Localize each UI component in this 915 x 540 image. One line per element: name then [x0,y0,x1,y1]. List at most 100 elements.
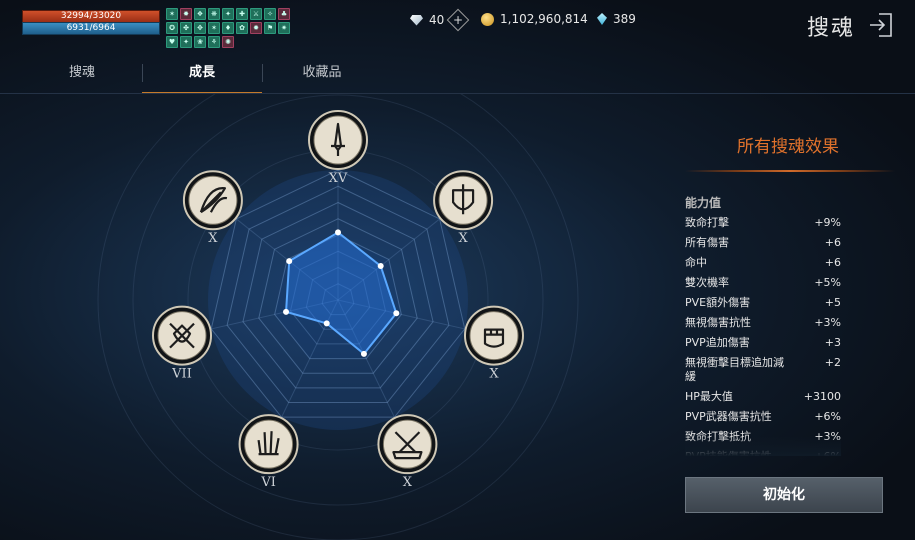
tab-bar: 搜魂 成長 收藏品 [22,60,382,94]
stat-label: 致命打擊 [685,216,729,229]
crystal-icon [597,13,607,25]
buff-icon: ✺ [222,36,234,48]
reset-button[interactable]: 初始化 [685,477,883,513]
stat-label: 致命打擊抵抗 [685,430,751,443]
buff-icon: ✶ [166,8,178,20]
tab-divider [142,64,143,82]
soul-node[interactable]: X [463,305,524,382]
soul-node[interactable]: X [377,414,438,490]
tab-search-soul[interactable]: 搜魂 [22,60,142,94]
stat-list[interactable]: 能力值 致命打擊 +9% 所有傷害 +6 命中 +6 雙次機率 +5% PVE額外傷害 +5 無視傷… [685,194,841,456]
radar-point [283,308,290,315]
diamond-amount: 40 [429,13,445,27]
stat-value: +3% [814,430,841,443]
stat-row: PVP武器傷害抗性 +6% [685,410,841,424]
buff-icon: ⚔ [250,8,262,20]
radar-point [335,229,341,236]
stat-row: 致命打擊 +9% [685,216,841,230]
gold-coin-icon [481,12,494,26]
stat-label: PVE額外傷害 [685,296,751,309]
stat-row: 雙次機率 +5% [685,276,841,290]
stat-value: +6% [814,410,841,423]
stat-value: +5 [824,296,841,309]
tab-collection[interactable]: 收藏品 [262,60,382,94]
stat-row: 無視衝擊目標追加減緩 +2 [685,356,841,384]
diamond-icon [410,14,423,26]
node-level: VI [260,475,276,490]
stat-value: +6% [814,450,841,456]
soul-node[interactable]: VI [238,414,299,490]
buff-icon: ❀ [194,36,206,48]
buff-icon: ♣ [278,8,290,20]
crystal-currency: 389 [597,12,636,26]
buff-list: ✶ ✸ ❖ ❋ ✦ ✚ ⚔ ✧ ♣ ✪ ✤ ✥ ✶ ♦ ✿ ✹ ⚑ ✷ ♥ ✦ ❀ ⚘ ✺ [166,8,294,48]
buff-icon: ♦ [222,22,234,34]
stat-value: +3 [824,336,841,349]
buff-icon: ✪ [166,22,178,34]
stat-section-title: 能力值 [685,196,722,210]
buff-icon: ✥ [194,22,206,34]
radar-point [323,320,330,327]
gold-currency: 1,102,960,814 [481,12,588,26]
stat-label: 無視傷害抗性 [685,316,751,329]
buff-icon: ✶ [208,22,220,34]
stat-row: 無視傷害抗性 +3% [685,316,841,330]
buff-icon: ✹ [250,22,262,34]
radar-point [360,350,367,357]
stat-value: +6 [824,236,841,249]
buff-icon: ✚ [236,8,248,20]
buff-icon: ❋ [208,8,220,20]
crystal-amount: 389 [613,12,636,26]
buff-icon: ❖ [194,8,206,20]
buff-icon: ✸ [180,8,192,20]
top-bar: 32994/33020 6931/6964 ✶ ✸ ❖ ❋ ✦ ✚ ⚔ ✧ ♣ ✪ ✤ ✥ ✶ ♦ ✿ ✹ ⚑ ✷… [0,0,915,48]
stat-label: PVP追加傷害 [685,336,750,349]
node-level: X [403,475,413,490]
mp-bar: 6931/6964 [22,22,160,35]
stat-label: 無視衝擊目標追加減緩 [685,356,784,383]
stat-value: +3100 [803,390,841,403]
node-level: XV [329,171,348,186]
stat-label: PVP武器傷害抗性 [685,410,772,423]
stat-label: 雙次機率 [685,276,729,289]
radar-point [393,310,400,317]
stat-row: PVP技能傷害抗性 +6% [685,450,841,456]
diamond-currency: 40 + [410,8,470,32]
buff-icon: ⚑ [264,22,276,34]
stat-value: +2 [824,356,841,369]
node-face [244,419,294,469]
stat-value: +3% [814,316,841,329]
stat-label: 所有傷害 [685,236,729,249]
stat-row: HP最大值 +3100 [685,390,841,404]
stat-value: +9% [814,216,841,229]
add-diamond-button[interactable]: + [446,8,470,32]
node-level: VII [171,367,192,382]
buff-icon: ✦ [222,8,234,20]
buff-icon: ✤ [180,22,192,34]
stat-label: PVP技能傷害抗性 [685,450,793,456]
stat-label: HP最大值 [685,390,733,403]
node-level: X [458,231,468,246]
buff-icon: ✦ [180,36,192,48]
panel-title: 所有搜魂效果 [737,137,839,157]
exit-icon[interactable] [869,12,893,38]
radar-point [286,258,293,265]
tab-growth[interactable]: 成長 [142,60,262,94]
stat-value: +5% [814,276,841,289]
stat-label: 命中 [685,256,707,269]
buff-icon: ✷ [278,22,290,34]
soul-node[interactable]: VII [152,305,213,382]
buff-icon: ✿ [236,22,248,34]
soul-effects-panel: 所有搜魂效果 能力值 致命打擊 +9% 所有傷害 +6 命中 +6 雙次機率 +5% PVE額外… [677,118,899,540]
node-level: X [489,367,499,382]
tab-divider [262,64,263,82]
node-level: X [208,231,218,246]
buff-icon: ✧ [264,8,276,20]
radar-point [377,262,384,269]
page-title: 搜魂 [806,16,855,41]
gold-amount: 1,102,960,814 [500,12,588,26]
panel-divider [685,170,895,172]
stat-row: PVE額外傷害 +5 [685,296,841,310]
buff-icon: ♥ [166,36,178,48]
stat-row: PVP追加傷害 +3 [685,336,841,350]
